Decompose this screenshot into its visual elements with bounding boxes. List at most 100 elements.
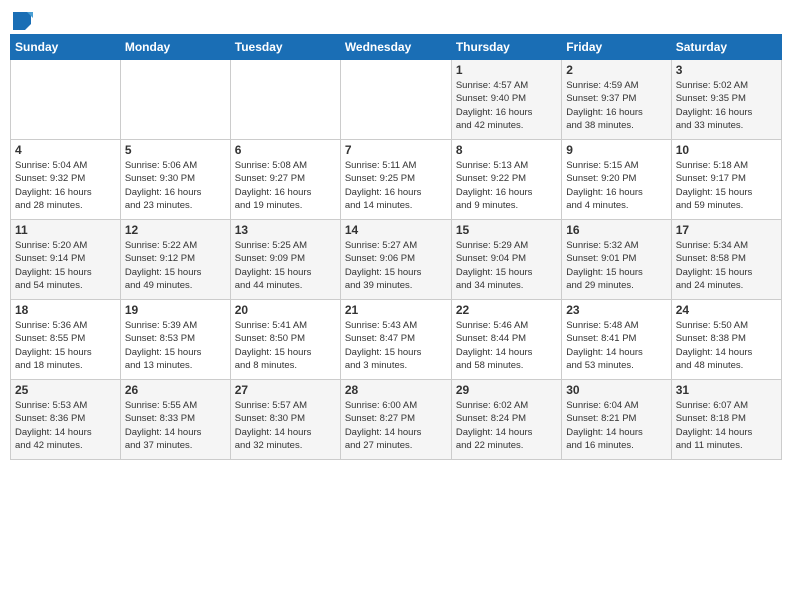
day-number: 31: [676, 383, 777, 397]
calendar-cell: 22 Sunrise: 5:46 AM Sunset: 8:44 PM Dayli…: [451, 300, 561, 380]
day-info: Sunrise: 6:04 AM Sunset: 8:21 PM Dayligh…: [566, 399, 666, 452]
day-info: Sunrise: 5:43 AM Sunset: 8:47 PM Dayligh…: [345, 319, 447, 372]
day-number: 28: [345, 383, 447, 397]
day-info: Sunrise: 6:07 AM Sunset: 8:18 PM Dayligh…: [676, 399, 777, 452]
day-info: Sunrise: 4:57 AM Sunset: 9:40 PM Dayligh…: [456, 79, 557, 132]
day-number: 20: [235, 303, 336, 317]
calendar-cell: 31 Sunrise: 6:07 AM Sunset: 8:18 PM Dayli…: [671, 380, 781, 460]
day-number: 25: [15, 383, 116, 397]
calendar-cell: 6 Sunrise: 5:08 AM Sunset: 9:27 PM Daylig…: [230, 140, 340, 220]
calendar-cell: 21 Sunrise: 5:43 AM Sunset: 8:47 PM Dayli…: [340, 300, 451, 380]
day-number: 17: [676, 223, 777, 237]
day-info: Sunrise: 5:48 AM Sunset: 8:41 PM Dayligh…: [566, 319, 666, 372]
day-info: Sunrise: 5:46 AM Sunset: 8:44 PM Dayligh…: [456, 319, 557, 372]
day-info: Sunrise: 5:36 AM Sunset: 8:55 PM Dayligh…: [15, 319, 116, 372]
logo: [10, 10, 34, 28]
day-info: Sunrise: 5:29 AM Sunset: 9:04 PM Dayligh…: [456, 239, 557, 292]
calendar-week-row: 18 Sunrise: 5:36 AM Sunset: 8:55 PM Dayli…: [11, 300, 782, 380]
calendar-cell: 11 Sunrise: 5:20 AM Sunset: 9:14 PM Dayli…: [11, 220, 121, 300]
day-info: Sunrise: 5:22 AM Sunset: 9:12 PM Dayligh…: [125, 239, 226, 292]
day-number: 24: [676, 303, 777, 317]
calendar-cell: 14 Sunrise: 5:27 AM Sunset: 9:06 PM Dayli…: [340, 220, 451, 300]
day-info: Sunrise: 6:00 AM Sunset: 8:27 PM Dayligh…: [345, 399, 447, 452]
day-number: 4: [15, 143, 116, 157]
day-number: 6: [235, 143, 336, 157]
calendar-table: SundayMondayTuesdayWednesdayThursdayFrid…: [10, 34, 782, 460]
day-info: Sunrise: 5:55 AM Sunset: 8:33 PM Dayligh…: [125, 399, 226, 452]
day-info: Sunrise: 5:34 AM Sunset: 8:58 PM Dayligh…: [676, 239, 777, 292]
page-header: [10, 10, 782, 28]
day-number: 10: [676, 143, 777, 157]
calendar-cell: 16 Sunrise: 5:32 AM Sunset: 9:01 PM Dayli…: [562, 220, 671, 300]
day-of-week-header: Tuesday: [230, 35, 340, 60]
day-number: 2: [566, 63, 666, 77]
calendar-cell: 25 Sunrise: 5:53 AM Sunset: 8:36 PM Dayli…: [11, 380, 121, 460]
day-of-week-header: Monday: [120, 35, 230, 60]
day-number: 16: [566, 223, 666, 237]
day-number: 29: [456, 383, 557, 397]
calendar-cell: [120, 60, 230, 140]
day-of-week-header: Friday: [562, 35, 671, 60]
calendar-header-row: SundayMondayTuesdayWednesdayThursdayFrid…: [11, 35, 782, 60]
day-number: 13: [235, 223, 336, 237]
calendar-cell: 28 Sunrise: 6:00 AM Sunset: 8:27 PM Dayli…: [340, 380, 451, 460]
calendar-cell: 13 Sunrise: 5:25 AM Sunset: 9:09 PM Dayli…: [230, 220, 340, 300]
calendar-cell: 3Sunrise: 5:02 AM Sunset: 9:35 PM Daylig…: [671, 60, 781, 140]
calendar-cell: 26 Sunrise: 5:55 AM Sunset: 8:33 PM Dayli…: [120, 380, 230, 460]
day-info: Sunrise: 5:06 AM Sunset: 9:30 PM Dayligh…: [125, 159, 226, 212]
day-of-week-header: Sunday: [11, 35, 121, 60]
day-info: Sunrise: 5:53 AM Sunset: 8:36 PM Dayligh…: [15, 399, 116, 452]
day-info: Sunrise: 5:50 AM Sunset: 8:38 PM Dayligh…: [676, 319, 777, 372]
day-number: 7: [345, 143, 447, 157]
calendar-cell: 4Sunrise: 5:04 AM Sunset: 9:32 PM Daylig…: [11, 140, 121, 220]
day-number: 5: [125, 143, 226, 157]
day-info: Sunrise: 5:27 AM Sunset: 9:06 PM Dayligh…: [345, 239, 447, 292]
calendar-cell: 20Sunrise: 5:41 AM Sunset: 8:50 PM Dayli…: [230, 300, 340, 380]
day-number: 27: [235, 383, 336, 397]
calendar-cell: 17 Sunrise: 5:34 AM Sunset: 8:58 PM Dayli…: [671, 220, 781, 300]
calendar-cell: 23Sunrise: 5:48 AM Sunset: 8:41 PM Dayli…: [562, 300, 671, 380]
calendar-week-row: 4Sunrise: 5:04 AM Sunset: 9:32 PM Daylig…: [11, 140, 782, 220]
calendar-cell: 1 Sunrise: 4:57 AM Sunset: 9:40 PM Daylig…: [451, 60, 561, 140]
calendar-week-row: 25 Sunrise: 5:53 AM Sunset: 8:36 PM Dayli…: [11, 380, 782, 460]
calendar-week-row: 1 Sunrise: 4:57 AM Sunset: 9:40 PM Daylig…: [11, 60, 782, 140]
day-number: 11: [15, 223, 116, 237]
day-info: Sunrise: 5:11 AM Sunset: 9:25 PM Dayligh…: [345, 159, 447, 212]
day-number: 22: [456, 303, 557, 317]
day-number: 3: [676, 63, 777, 77]
calendar-cell: 5 Sunrise: 5:06 AM Sunset: 9:30 PM Daylig…: [120, 140, 230, 220]
day-number: 21: [345, 303, 447, 317]
day-number: 26: [125, 383, 226, 397]
day-number: 30: [566, 383, 666, 397]
day-info: Sunrise: 6:02 AM Sunset: 8:24 PM Dayligh…: [456, 399, 557, 452]
day-number: 14: [345, 223, 447, 237]
day-number: 8: [456, 143, 557, 157]
calendar-cell: 18 Sunrise: 5:36 AM Sunset: 8:55 PM Dayli…: [11, 300, 121, 380]
day-info: Sunrise: 5:25 AM Sunset: 9:09 PM Dayligh…: [235, 239, 336, 292]
calendar-cell: [11, 60, 121, 140]
day-of-week-header: Saturday: [671, 35, 781, 60]
day-number: 15: [456, 223, 557, 237]
day-number: 9: [566, 143, 666, 157]
day-of-week-header: Wednesday: [340, 35, 451, 60]
calendar-cell: 8 Sunrise: 5:13 AM Sunset: 9:22 PM Daylig…: [451, 140, 561, 220]
day-info: Sunrise: 5:08 AM Sunset: 9:27 PM Dayligh…: [235, 159, 336, 212]
day-info: Sunrise: 5:32 AM Sunset: 9:01 PM Dayligh…: [566, 239, 666, 292]
day-info: Sunrise: 5:39 AM Sunset: 8:53 PM Dayligh…: [125, 319, 226, 372]
day-number: 1: [456, 63, 557, 77]
day-info: Sunrise: 4:59 AM Sunset: 9:37 PM Dayligh…: [566, 79, 666, 132]
calendar-cell: 9Sunrise: 5:15 AM Sunset: 9:20 PM Daylig…: [562, 140, 671, 220]
day-info: Sunrise: 5:20 AM Sunset: 9:14 PM Dayligh…: [15, 239, 116, 292]
calendar-cell: 29 Sunrise: 6:02 AM Sunset: 8:24 PM Dayli…: [451, 380, 561, 460]
calendar-cell: 7 Sunrise: 5:11 AM Sunset: 9:25 PM Daylig…: [340, 140, 451, 220]
calendar-cell: 15 Sunrise: 5:29 AM Sunset: 9:04 PM Dayli…: [451, 220, 561, 300]
calendar-week-row: 11 Sunrise: 5:20 AM Sunset: 9:14 PM Dayli…: [11, 220, 782, 300]
calendar-body: 1 Sunrise: 4:57 AM Sunset: 9:40 PM Daylig…: [11, 60, 782, 460]
calendar-cell: [230, 60, 340, 140]
day-number: 18: [15, 303, 116, 317]
calendar-cell: 12Sunrise: 5:22 AM Sunset: 9:12 PM Dayli…: [120, 220, 230, 300]
day-info: Sunrise: 5:13 AM Sunset: 9:22 PM Dayligh…: [456, 159, 557, 212]
calendar-cell: 10 Sunrise: 5:18 AM Sunset: 9:17 PM Dayli…: [671, 140, 781, 220]
calendar-cell: 24 Sunrise: 5:50 AM Sunset: 8:38 PM Dayli…: [671, 300, 781, 380]
day-info: Sunrise: 5:18 AM Sunset: 9:17 PM Dayligh…: [676, 159, 777, 212]
